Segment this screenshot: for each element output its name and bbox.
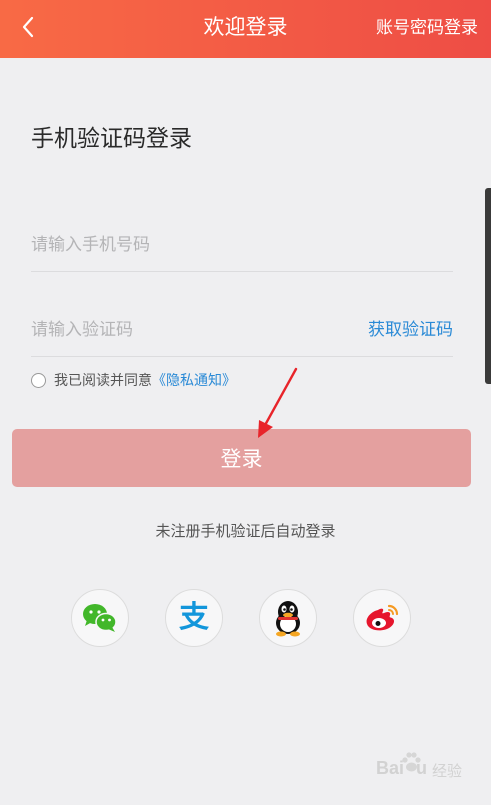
get-code-button[interactable]: 获取验证码: [368, 318, 453, 342]
watermark-cn: 经验: [432, 762, 463, 780]
verification-code-input[interactable]: [31, 306, 331, 354]
baidu-jingyan-watermark: Bai u 经验: [376, 750, 468, 788]
code-field: 获取验证码: [31, 306, 453, 357]
auto-register-hint: 未注册手机验证后自动登录: [155, 522, 336, 540]
privacy-notice-link[interactable]: 《隐私通知》: [152, 370, 236, 390]
login-button[interactable]: 登录: [12, 429, 471, 487]
phone-input[interactable]: [31, 221, 331, 269]
baidu-paw-icon: [402, 752, 421, 772]
alipay-login-button[interactable]: 支: [165, 589, 223, 647]
agreement-text: 我已阅读并同意: [54, 373, 152, 389]
header-bar: 欢迎登录 账号密码登录: [0, 0, 491, 58]
watermark-brand-end: u: [416, 758, 427, 778]
alipay-icon: 支: [179, 600, 209, 635]
account-password-login-link[interactable]: 账号密码登录: [376, 17, 478, 39]
qq-icon: [276, 601, 300, 637]
wechat-icon: [83, 604, 117, 632]
back-button[interactable]: [14, 13, 42, 41]
wechat-login-button[interactable]: [71, 589, 129, 647]
qq-login-button[interactable]: [259, 589, 317, 647]
scrollbar-thumb[interactable]: [485, 188, 491, 384]
weibo-login-button[interactable]: [353, 589, 411, 647]
chevron-left-icon: [22, 16, 34, 38]
agreement-row: 我已阅读并同意 《隐私通知》: [31, 369, 236, 391]
phone-field: [31, 221, 453, 272]
form-heading: 手机验证码登录: [31, 126, 192, 152]
agree-radio[interactable]: [31, 372, 46, 388]
weibo-icon: [366, 604, 399, 631]
watermark-brand: Bai: [376, 758, 405, 778]
